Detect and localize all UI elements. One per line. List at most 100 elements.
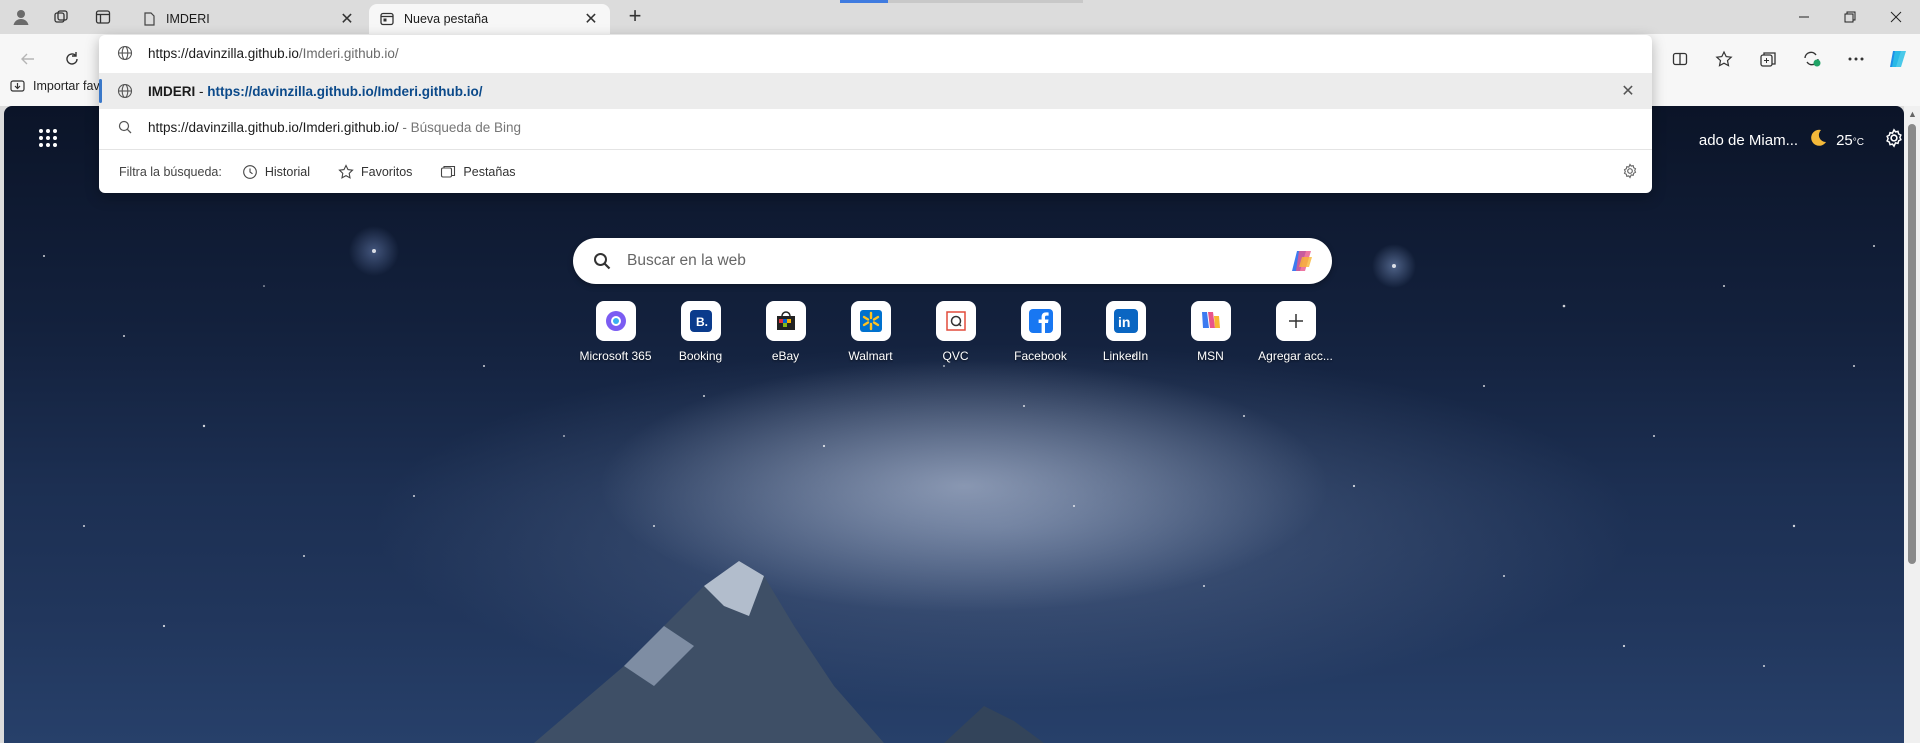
minimize-icon[interactable] (1781, 0, 1827, 34)
collections-icon[interactable] (1751, 42, 1785, 76)
suggestion-separator: - (195, 83, 208, 99)
ebay-icon (765, 301, 806, 341)
tab-strip: IMDERI ✕ Nueva pestaña ✕ + (0, 0, 1920, 34)
quick-link-label: Agregar acc... (1258, 349, 1333, 363)
quick-link-booking[interactable]: B. Booking (658, 301, 743, 363)
selection-indicator (99, 79, 102, 103)
quick-links: Microsoft 365 B. Booking eBay Walmart QV… (573, 301, 1338, 363)
weather-widget[interactable]: ado de Miam... 25°C (1699, 128, 1864, 152)
browser-essentials-icon[interactable] (1795, 42, 1829, 76)
svg-text:in: in (1118, 314, 1130, 330)
restore-icon[interactable] (1827, 0, 1873, 34)
workspaces-icon[interactable] (46, 5, 76, 29)
search-icon (593, 252, 611, 270)
quick-link-walmart[interactable]: Walmart (828, 301, 913, 363)
tab-imderi[interactable]: IMDERI ✕ (131, 4, 366, 34)
quick-link-label: Facebook (1014, 349, 1067, 363)
page-icon (141, 11, 157, 27)
mountain-silhouette (534, 561, 1044, 743)
new-tab-page: ado de Miam... 25°C Buscar en la web Mic… (4, 106, 1904, 743)
favorites-star-icon[interactable] (1707, 42, 1741, 76)
facebook-icon (1020, 301, 1061, 341)
copilot-icon[interactable] (1881, 42, 1915, 76)
quick-link-label: eBay (771, 349, 800, 363)
quick-link-label: Walmart (848, 349, 893, 363)
title-highlight-blue (840, 0, 888, 3)
suggestion-url: https://davinzilla.github.io/Imderi.gith… (207, 83, 483, 99)
quick-link-facebook[interactable]: Facebook (998, 301, 1083, 363)
star-icon (338, 163, 354, 180)
favorites-bar: Importar fav (10, 79, 100, 93)
tab-close-icon[interactable]: ✕ (338, 9, 356, 29)
address-bar-dropdown: https://davinzilla.github.io/Imderi.gith… (99, 35, 1652, 193)
quick-link-msn[interactable]: MSN (1168, 301, 1253, 363)
address-path: /Imderi.github.io/ (298, 45, 399, 61)
bing-query: https://davinzilla.github.io/Imderi.gith… (148, 119, 399, 135)
quick-link-label: MSN (1197, 349, 1224, 363)
quick-link-label: Booking (678, 349, 723, 363)
globe-icon (116, 44, 134, 62)
scroll-up-icon[interactable]: ▲ (1908, 109, 1917, 119)
import-favorites-icon (10, 80, 25, 92)
search-settings-icon[interactable] (1622, 163, 1638, 182)
suggestion-bing-search[interactable]: https://davinzilla.github.io/Imderi.gith… (99, 109, 1652, 145)
qvc-icon (935, 301, 976, 341)
moon-icon (1808, 128, 1828, 152)
quick-link-ebay[interactable]: eBay (743, 301, 828, 363)
msn-icon (1190, 301, 1231, 341)
page-settings-icon[interactable] (1884, 128, 1904, 151)
svg-text:B.: B. (696, 315, 708, 329)
weather-location: ado de Miam... (1698, 131, 1799, 149)
suggestion-title: IMDERI (148, 83, 196, 99)
vertical-tabs-icon[interactable] (88, 5, 118, 29)
quick-link-linkedin[interactable]: in LinkedIn (1083, 301, 1168, 363)
back-icon[interactable] (11, 42, 45, 76)
address-domain: https://davinzilla.github.io (148, 45, 299, 61)
new-tab-page-icon (379, 11, 395, 27)
more-options-icon[interactable] (1839, 42, 1873, 76)
filter-history-label: Historial (264, 164, 310, 179)
microsoft365-icon (595, 301, 636, 341)
quick-link-label: QVC (942, 349, 969, 363)
tab-title: IMDERI (166, 12, 210, 26)
web-search-box[interactable]: Buscar en la web (573, 238, 1332, 284)
quick-link-microsoft365[interactable]: Microsoft 365 (573, 301, 658, 363)
suggestion-imderi[interactable]: IMDERI - https://davinzilla.github.io/Im… (99, 73, 1652, 109)
quick-link-add[interactable]: Agregar acc... (1253, 301, 1338, 363)
filter-favorites-label: Favoritos (361, 164, 413, 179)
search-filter-bar: Filtra la búsqueda: Historial Favoritos … (99, 149, 1652, 193)
history-icon (242, 164, 258, 180)
copilot-icon[interactable] (1288, 247, 1316, 275)
weather-temperature: 25°C (1836, 131, 1864, 149)
quick-link-label: LinkedIn (1102, 349, 1149, 363)
filter-history[interactable]: Historial (242, 164, 310, 180)
globe-icon (116, 82, 134, 100)
page-scrollbar[interactable]: ▲ (1904, 106, 1920, 743)
filter-tabs[interactable]: Pestañas (440, 164, 516, 180)
add-icon (1275, 301, 1316, 341)
split-screen-icon[interactable] (1663, 42, 1697, 76)
booking-icon: B. (680, 301, 721, 341)
filter-tabs-label: Pestañas (463, 164, 516, 179)
tab-new-tab[interactable]: Nueva pestaña ✕ (369, 4, 610, 34)
quick-link-qvc[interactable]: QVC (913, 301, 998, 363)
search-placeholder: Buscar en la web (627, 252, 746, 269)
tab-close-icon[interactable]: ✕ (582, 9, 600, 29)
filter-favorites[interactable]: Favoritos (338, 163, 413, 180)
new-tab-button[interactable]: + (621, 5, 649, 29)
scrollbar-thumb[interactable] (1908, 124, 1916, 564)
walmart-icon (850, 301, 891, 341)
import-favorites-link[interactable]: Importar fav (33, 79, 100, 93)
profile-icon[interactable] (6, 5, 36, 29)
search-icon (116, 118, 134, 136)
bing-suffix: - Búsqueda de Bing (398, 119, 521, 135)
close-window-icon[interactable] (1873, 0, 1919, 34)
remove-suggestion-icon[interactable]: ✕ (1618, 81, 1638, 101)
tabs-icon (440, 164, 456, 180)
refresh-icon[interactable] (55, 42, 89, 76)
filter-label: Filtra la búsqueda: (119, 164, 222, 179)
address-bar[interactable]: https://davinzilla.github.io/Imderi.gith… (99, 35, 1652, 71)
tab-title: Nueva pestaña (404, 12, 489, 26)
title-highlight-gray (888, 0, 1083, 3)
apps-launcher-icon[interactable] (38, 128, 58, 151)
